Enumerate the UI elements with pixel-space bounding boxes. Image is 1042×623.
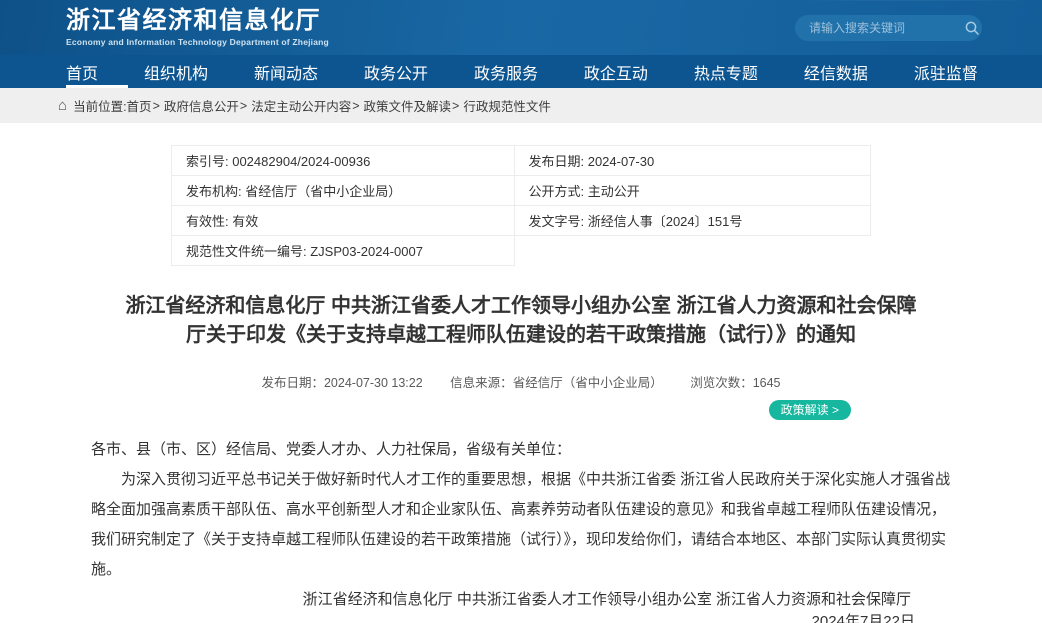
info-cell-disclosure-method: 公开方式: 主动公开 — [514, 176, 871, 206]
breadcrumb-item-normative-docs: 行政规范性文件 — [463, 96, 551, 115]
info-cell-empty — [514, 236, 871, 266]
info-cell-unified-number: 规范性文件统一编号: ZJSP03-2024-0007 — [172, 236, 515, 266]
article-paragraph: 为深入贯彻习近平总书记关于做好新时代人才工作的重要思想，根据《中共浙江省委 浙江… — [91, 465, 951, 585]
article-date: 2024年7月22日 — [91, 611, 951, 623]
article-signature: 浙江省经济和信息化厅 中共浙江省委人才工作领导小组办公室 浙江省人力资源和社会保… — [91, 589, 951, 611]
nav-item-data[interactable]: 经信数据 — [804, 55, 868, 88]
breadcrumb: ⌂ 当前位置: 首页 > 政府信息公开 > 法定主动公开内容 > 政策文件及解读… — [0, 88, 1042, 123]
meta-source: 信息来源：省经信厅（省中小企业局） — [450, 372, 663, 391]
breadcrumb-location-label: 当前位置: — [73, 96, 126, 115]
breadcrumb-separator: > — [352, 99, 359, 113]
nav-item-gov-services[interactable]: 政务服务 — [474, 55, 538, 88]
meta-source-label: 信息来源： — [450, 376, 513, 390]
info-cell-validity: 有效性: 有效 — [172, 206, 515, 236]
info-cell-publish-date: 发布日期: 2024-07-30 — [514, 146, 871, 176]
home-icon: ⌂ — [58, 97, 67, 114]
breadcrumb-item-statutory-content[interactable]: 法定主动公开内容 — [251, 96, 351, 115]
article-body: 各市、县（市、区）经信局、党委人才办、人力社保局，省级有关单位： 为深入贯彻习近… — [91, 435, 951, 623]
info-cell-index-number: 索引号: 002482904/2024-00936 — [172, 146, 515, 176]
policy-button-row: 政策解读 > — [91, 400, 951, 421]
nav-item-supervision[interactable]: 派驻监督 — [914, 55, 978, 88]
breadcrumb-item-policy-docs[interactable]: 政策文件及解读 — [364, 96, 452, 115]
document-info-table: 索引号: 002482904/2024-00936 发布日期: 2024-07-… — [171, 145, 871, 266]
site-subtitle: Economy and Information Technology Depar… — [66, 38, 329, 47]
breadcrumb-separator: > — [240, 99, 247, 113]
nav-item-interaction[interactable]: 政企互动 — [584, 55, 648, 88]
document-content: 索引号: 002482904/2024-00936 发布日期: 2024-07-… — [91, 145, 951, 623]
nav-item-gov-disclosure[interactable]: 政务公开 — [364, 55, 428, 88]
meta-publish-date-label: 发布日期： — [261, 376, 324, 390]
table-row: 索引号: 002482904/2024-00936 发布日期: 2024-07-… — [172, 146, 871, 176]
info-cell-issuing-agency: 发布机构: 省经信厅（省中小企业局） — [172, 176, 515, 206]
table-row: 有效性: 有效 发文字号: 浙经信人事〔2024〕151号 — [172, 206, 871, 236]
nav-item-organization[interactable]: 组织机构 — [144, 55, 208, 88]
site-logo[interactable]: 浙江省经济和信息化厅 Economy and Information Techn… — [66, 8, 329, 47]
meta-views-value: 1645 — [753, 376, 781, 390]
table-row: 发布机构: 省经信厅（省中小企业局） 公开方式: 主动公开 — [172, 176, 871, 206]
meta-views-label: 浏览次数： — [690, 376, 753, 390]
nav-item-news[interactable]: 新闻动态 — [254, 55, 318, 88]
breadcrumb-separator: > — [153, 99, 160, 113]
meta-publish-date: 发布日期：2024-07-30 13:22 — [261, 372, 422, 391]
table-row: 规范性文件统一编号: ZJSP03-2024-0007 — [172, 236, 871, 266]
site-title: 浙江省经济和信息化厅 — [66, 8, 329, 34]
search-icon[interactable] — [964, 20, 980, 36]
article-meta: 发布日期：2024-07-30 13:22 信息来源：省经信厅（省中小企业局） … — [91, 372, 951, 391]
policy-interpretation-button[interactable]: 政策解读 > — [769, 400, 851, 420]
main-nav: 首页 组织机构 新闻动态 政务公开 政务服务 政企互动 热点专题 经信数据 派驻… — [0, 55, 1042, 88]
breadcrumb-item-info-disclosure[interactable]: 政府信息公开 — [164, 96, 239, 115]
meta-views: 浏览次数：1645 — [690, 372, 780, 391]
nav-item-hot-topics[interactable]: 热点专题 — [694, 55, 758, 88]
search-box[interactable] — [795, 15, 982, 41]
page-title: 浙江省经济和信息化厅 中共浙江省委人才工作领导小组办公室 浙江省人力资源和社会保… — [121, 292, 921, 350]
breadcrumb-item-home[interactable]: 首页 — [127, 96, 152, 115]
nav-item-home[interactable]: 首页 — [66, 55, 98, 88]
meta-source-value: 省经信厅（省中小企业局） — [513, 376, 663, 390]
info-cell-document-number: 发文字号: 浙经信人事〔2024〕151号 — [514, 206, 871, 236]
meta-publish-date-value: 2024-07-30 13:22 — [324, 376, 423, 390]
breadcrumb-separator: > — [452, 99, 459, 113]
article-salutation: 各市、县（市、区）经信局、党委人才办、人力社保局，省级有关单位： — [91, 435, 951, 465]
site-header: 浙江省经济和信息化厅 Economy and Information Techn… — [0, 0, 1042, 55]
search-input[interactable] — [809, 21, 964, 35]
